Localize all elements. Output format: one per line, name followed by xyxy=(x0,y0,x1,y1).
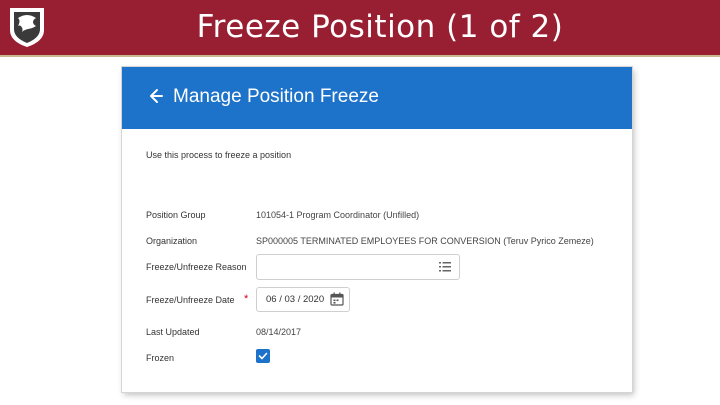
slide-banner: Freeze Position (1 of 2) xyxy=(0,0,720,55)
position-group-label: Position Group xyxy=(146,210,206,220)
panel-header: Manage Position Freeze xyxy=(122,67,632,129)
workday-task-panel: Manage Position Freeze Use this process … xyxy=(122,67,632,392)
last-updated-label: Last Updated xyxy=(146,327,200,337)
organization-label: Organization xyxy=(146,236,198,246)
list-prompt-icon[interactable] xyxy=(439,261,451,273)
organization-value[interactable]: SP000005 TERMINATED EMPLOYEES FOR CONVER… xyxy=(256,236,594,246)
required-marker: * xyxy=(244,293,249,305)
freeze-date-input[interactable]: 06 / 03 / 2020 xyxy=(256,287,350,312)
freeze-reason-input[interactable] xyxy=(256,254,460,280)
frozen-checkbox[interactable] xyxy=(256,349,270,363)
freeze-date-label: Freeze/Unfreeze Date xyxy=(146,295,235,305)
position-group-value[interactable]: 101054-1 Program Coordinator (Unfilled) xyxy=(256,210,419,220)
checkmark-icon xyxy=(258,352,268,360)
freeze-date-value[interactable]: 06 / 03 / 2020 xyxy=(266,294,324,305)
freeze-reason-label: Freeze/Unfreeze Reason xyxy=(146,262,247,272)
arrow-left-icon[interactable] xyxy=(148,87,164,105)
panel-title: Manage Position Freeze xyxy=(173,86,379,107)
last-updated-value: 08/14/2017 xyxy=(256,327,302,337)
calendar-icon[interactable] xyxy=(330,292,344,306)
instruction-text: Use this process to freeze a position xyxy=(146,150,292,160)
banner-divider xyxy=(0,55,720,57)
frozen-label: Frozen xyxy=(146,353,175,363)
slide-title: Freeze Position (1 of 2) xyxy=(196,9,564,45)
